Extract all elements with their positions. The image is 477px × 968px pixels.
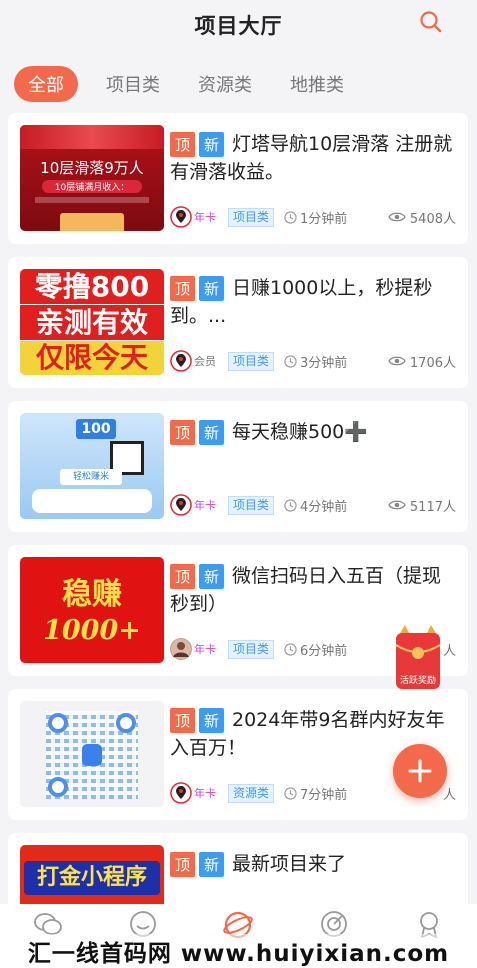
- eye-icon: [388, 212, 406, 222]
- thumbnail: [20, 701, 164, 807]
- clock-icon: [284, 786, 297, 800]
- category-badge: 项目类: [228, 351, 275, 371]
- vip-label: 年卡: [194, 643, 216, 656]
- thumbnail-text: 10层滑落9万人: [40, 159, 144, 177]
- avatar: [170, 494, 192, 516]
- tab-promotion[interactable]: 地推类: [290, 67, 344, 101]
- thumbnail-text: 轻松赚米: [60, 469, 122, 485]
- item-title: 每天稳赚500➕: [232, 421, 368, 443]
- clock-icon: [284, 642, 297, 656]
- activity-reward-button[interactable]: 活跃奖励: [393, 623, 443, 693]
- avatar: [170, 782, 192, 804]
- avatar: [170, 638, 192, 660]
- view-count: 1706人: [409, 355, 456, 371]
- category-badge: 项目类: [228, 207, 275, 227]
- add-post-button[interactable]: [393, 744, 447, 798]
- vip-label: 年卡: [194, 787, 216, 800]
- top-bar: 项目大厅: [0, 0, 477, 50]
- thumbnail-text: 仅限今天: [20, 341, 164, 375]
- watermark: 汇一线首码网 www.huiyixian.com: [0, 934, 477, 968]
- activity-reward-label: 活跃奖励: [399, 676, 436, 686]
- avatar: [170, 206, 192, 228]
- thumbnail: 稳赚 1000+: [20, 557, 164, 663]
- clock-icon: [284, 498, 297, 512]
- item-title: 灯塔导航10层滑落 注册就有滑落收益。: [170, 133, 453, 183]
- post-time: 3分钟前: [300, 355, 348, 371]
- post-time: 4分钟前: [300, 499, 348, 515]
- thumbnail-text: 稳赚: [62, 577, 122, 612]
- project-list: 10层滑落9万人 10层铺满月收入： 顶 新 灯塔导航10层滑落 注册就有滑落收…: [8, 113, 468, 936]
- thumbnail-text: 100: [76, 419, 116, 439]
- post-time: 6分钟前: [300, 643, 348, 659]
- view-count: 人: [442, 643, 456, 659]
- search-icon[interactable]: [419, 10, 443, 34]
- category-tabs: 全部 项目类 资源类 地推类: [0, 64, 477, 104]
- post-time: 1分钟前: [300, 211, 348, 227]
- item-title: 日赚1000以上，秒提秒到。...: [170, 277, 433, 327]
- item-meta: 年卡 项目类 1分钟前 5408人: [170, 206, 456, 228]
- page-title: 项目大厅: [194, 14, 283, 38]
- list-item[interactable]: 10层滑落9万人 10层铺满月收入： 顶 新 灯塔导航10层滑落 注册就有滑落收…: [8, 113, 468, 244]
- tab-resource[interactable]: 资源类: [198, 67, 252, 101]
- item-meta: 年卡 项目类 4分钟前 5117人: [170, 494, 456, 516]
- thumbnail-text: 零撸800: [20, 269, 164, 304]
- eye-icon: [388, 356, 406, 366]
- post-time: 7分钟前: [300, 787, 348, 803]
- item-title: 微信扫码日入五百（提现秒到）: [170, 565, 442, 615]
- category-badge: 项目类: [228, 639, 275, 659]
- thumbnail-text: 10层铺满月收入：: [42, 180, 142, 193]
- vip-label: 会员: [194, 355, 216, 368]
- list-item[interactable]: 100 轻松赚米 顶 新 每天稳赚500➕ 年卡 项目类 4分钟前 5117人: [8, 401, 468, 532]
- thumbnail-text: 1000+: [43, 615, 141, 646]
- thumbnail: 零撸800 亲测有效 仅限今天: [20, 269, 164, 375]
- vip-label: 年卡: [194, 499, 216, 512]
- thumbnail: 100 轻松赚米: [20, 413, 164, 519]
- item-title: 最新项目来了: [232, 853, 347, 875]
- thumbnail-text: 亲测有效: [20, 305, 164, 340]
- clock-icon: [284, 210, 297, 224]
- view-count: 5117人: [409, 499, 456, 515]
- thumbnail-text: 打金小程序: [24, 861, 160, 895]
- vip-label: 年卡: [194, 211, 216, 224]
- view-count: 5408人: [409, 211, 456, 227]
- tab-project[interactable]: 项目类: [106, 67, 160, 101]
- thumbnail: 10层滑落9万人 10层铺满月收入：: [20, 125, 164, 231]
- category-badge: 资源类: [228, 783, 275, 803]
- plus-icon: [408, 759, 432, 783]
- tab-all[interactable]: 全部: [14, 66, 78, 102]
- avatar: [170, 350, 192, 372]
- view-count: 人: [442, 787, 456, 803]
- item-meta: 会员 项目类 3分钟前 1706人: [170, 350, 456, 372]
- list-item[interactable]: 零撸800 亲测有效 仅限今天 顶 新 日赚1000以上，秒提秒到。... 会员…: [8, 257, 468, 388]
- category-badge: 项目类: [228, 495, 275, 515]
- clock-icon: [284, 354, 297, 368]
- eye-icon: [388, 500, 406, 510]
